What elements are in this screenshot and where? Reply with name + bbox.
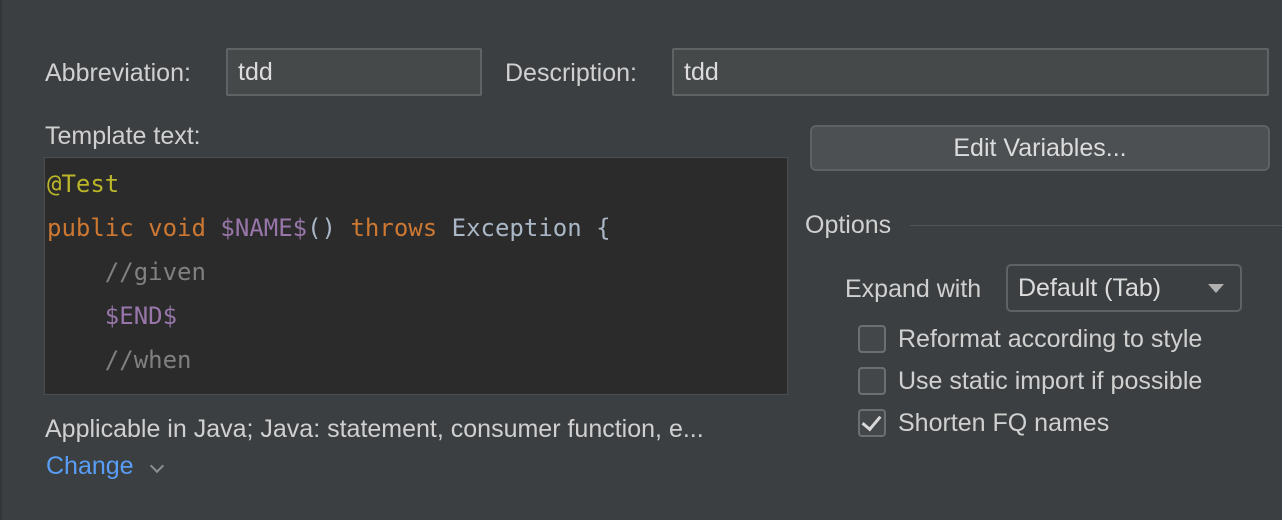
code-token: Exception { [437, 214, 611, 242]
shorten-fq-names-checkbox-label[interactable]: Shorten FQ names [898, 409, 1109, 438]
applicable-contexts-text: Applicable in Java; Java: statement, con… [45, 415, 704, 443]
description-label: Description: [505, 59, 637, 87]
options-separator [910, 225, 1282, 226]
chevron-down-icon [1208, 284, 1224, 293]
shorten-fq-names-checkbox[interactable] [858, 409, 886, 437]
code-line: $END$ [47, 294, 177, 338]
code-token: $END$ [104, 302, 178, 330]
code-token: public [47, 214, 134, 242]
code-token: throws [350, 214, 438, 242]
reformat-checkbox-label[interactable]: Reformat according to style [898, 325, 1202, 354]
expand-with-label: Expand with [845, 275, 982, 303]
edit-variables-button[interactable]: Edit Variables... [810, 125, 1270, 171]
code-token: //given [47, 258, 206, 286]
expand-with-dropdown[interactable]: Default (Tab) [1006, 264, 1242, 312]
static-import-checkbox-label[interactable]: Use static import if possible [898, 367, 1202, 396]
panel-left-border [0, 0, 2, 520]
expand-with-value: Default (Tab) [1018, 274, 1162, 302]
chevron-down-icon[interactable] [149, 458, 165, 474]
change-contexts-link[interactable]: Change [46, 452, 134, 481]
check-icon [861, 410, 882, 432]
code-line: //when [47, 338, 192, 382]
code-token: @Test [47, 170, 120, 198]
code-line: //given [47, 250, 206, 294]
code-token: () [307, 214, 351, 242]
code-line: public void $NAME$() throws Exception { [47, 206, 611, 250]
template-text-editor[interactable]: @Test public void $NAME$() throws Excepti… [44, 157, 788, 395]
description-input[interactable]: tdd [672, 48, 1269, 96]
code-token: void [148, 214, 206, 242]
reformat-checkbox[interactable] [858, 325, 886, 353]
abbreviation-input[interactable]: tdd [226, 48, 482, 96]
code-line: @Test [47, 162, 119, 206]
template-text-label: Template text: [45, 122, 201, 150]
options-section-title: Options [805, 211, 892, 239]
code-token: $NAME$ [220, 214, 308, 242]
code-token: //when [47, 346, 192, 374]
static-import-checkbox[interactable] [858, 367, 886, 395]
abbreviation-label: Abbreviation: [45, 59, 191, 87]
